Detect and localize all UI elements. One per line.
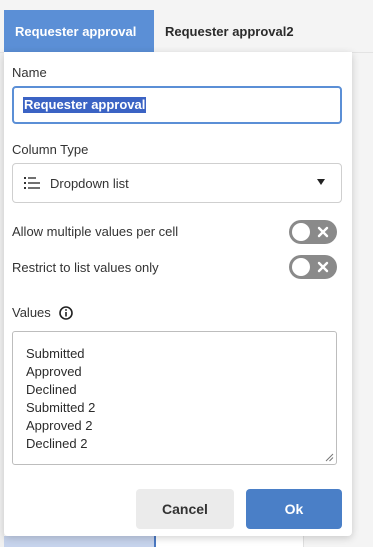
name-input[interactable]: Requester approval [12,86,342,124]
values-label: Values [12,305,51,320]
column-type-select[interactable]: Dropdown list [12,163,342,203]
ok-button[interactable]: Ok [246,489,342,529]
info-icon[interactable] [59,306,74,320]
cancel-button[interactable]: Cancel [136,489,234,529]
chevron-down-icon [317,179,325,185]
values-label-row: Values [12,305,74,320]
allow-multiple-label: Allow multiple values per cell [12,224,179,239]
allow-multiple-toggle[interactable] [289,220,337,244]
restrict-label: Restrict to list values only [12,260,159,275]
close-icon [317,226,329,238]
column-type-label: Column Type [12,142,89,157]
column-properties-panel: Name Requester approval Column Type Drop… [4,52,352,536]
name-input-value: Requester approval [23,97,147,113]
column-type-value: Dropdown list [50,175,129,191]
tab-requester-approval2[interactable]: Requester approval2 [154,10,304,52]
values-textarea[interactable]: Submitted Approved Declined Submitted 2 … [12,331,337,465]
close-icon [317,261,329,273]
value-line: Submitted [26,346,85,361]
tab-bar: Requester approval Requester approval2 [0,0,373,53]
tab-requester-approval[interactable]: Requester approval [4,10,154,52]
selected-column-header [4,536,156,547]
name-label: Name [12,65,47,80]
value-line: Submitted 2 [26,400,96,415]
toggle-knob [292,223,310,241]
toggle-knob [292,258,310,276]
value-line: Declined 2 [26,436,88,451]
list-icon [24,177,40,189]
value-line: Approved 2 [26,418,93,433]
resize-handle-icon[interactable] [325,453,334,462]
restrict-toggle[interactable] [289,255,337,279]
value-line: Declined [26,382,77,397]
value-line: Approved [26,364,82,379]
